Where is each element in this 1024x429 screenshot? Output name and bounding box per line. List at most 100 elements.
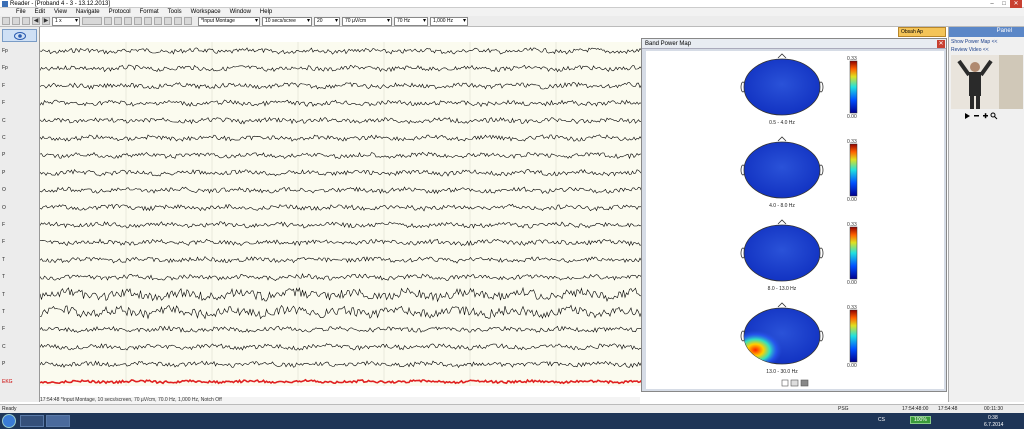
colorbar (849, 60, 858, 114)
channel-label[interactable]: T (2, 274, 5, 280)
channel-label[interactable]: F (2, 100, 5, 106)
speed-select[interactable]: 1 x (52, 16, 80, 26)
colorbar (849, 143, 858, 197)
battery-indicator[interactable]: 100% (910, 416, 931, 424)
video-controls[interactable] (949, 111, 1024, 121)
menu-file[interactable]: File (16, 8, 26, 16)
zoom-icon[interactable] (134, 17, 142, 25)
eeg-trace-area[interactable] (39, 42, 643, 386)
menu-workspace[interactable]: Workspace (191, 8, 221, 16)
menu-window[interactable]: Window (230, 8, 251, 16)
band-power-map-header: Band Power Map (642, 39, 946, 49)
channel-label[interactable]: O (2, 187, 6, 193)
video-thumbnail[interactable] (949, 53, 1024, 113)
rect-icon[interactable] (124, 17, 132, 25)
highpass-select[interactable]: 1,000 Hz (430, 16, 468, 26)
eeg-trace (39, 151, 642, 160)
close-button[interactable]: ✕ (1010, 0, 1022, 8)
slider-icon[interactable] (82, 17, 102, 25)
menu-edit[interactable]: Edit (35, 8, 45, 16)
rewind-icon[interactable]: ◀ (32, 17, 40, 25)
minimize-button[interactable]: – (986, 0, 998, 8)
lowpass-select[interactable]: 70 Hz (394, 16, 428, 26)
show-power-map-link[interactable]: Show Power Map << (951, 39, 997, 45)
clock-time[interactable]: 0:38 (988, 415, 998, 421)
language-indicator[interactable]: CS (878, 417, 885, 423)
channel-label[interactable]: C (2, 135, 6, 141)
maximize-button[interactable]: □ (998, 0, 1010, 8)
map-toolbar-icons[interactable] (781, 379, 809, 387)
save-icon[interactable] (2, 17, 10, 25)
montage-select[interactable]: *Input Montage (198, 16, 260, 26)
channel-label[interactable]: F (2, 326, 5, 332)
channel-label[interactable]: EKG (2, 379, 13, 385)
clock-date[interactable]: 6.7.2014 (984, 422, 1003, 428)
filter-icon[interactable] (184, 17, 192, 25)
colorbar-min-label: 0.00 (847, 363, 857, 369)
panel-title: Panel (996, 28, 1012, 34)
view-toggle-button[interactable] (2, 29, 37, 42)
close-popup-button[interactable]: ✕ (937, 40, 945, 48)
channel-label[interactable]: F (2, 239, 5, 245)
eeg-status-line: 17:54:48 *Input Montage, 10 secs/screen,… (40, 397, 640, 404)
channels-select[interactable]: 20 (314, 16, 340, 26)
colorbar (849, 309, 858, 363)
ekg-trace (39, 378, 643, 385)
start-button[interactable] (2, 414, 16, 428)
open-icon[interactable] (12, 17, 20, 25)
channel-label[interactable]: P (2, 152, 5, 158)
scissors-icon[interactable] (114, 17, 122, 25)
colorbar (849, 226, 858, 280)
channel-label[interactable]: F (2, 222, 5, 228)
eeg-trace (39, 82, 642, 90)
obsah-button[interactable]: Obsah Ap (898, 27, 946, 37)
channel-label[interactable]: C (2, 118, 6, 124)
system-tray: CS 100% 0:38 6.7.2014 (824, 413, 1024, 429)
eeg-trace (39, 116, 642, 125)
band-power-map-window[interactable]: Band Power Map ✕ 0.33 0.00 0.5 - 4.0 Hz 0.3… (641, 38, 947, 392)
channel-label[interactable]: T (2, 257, 5, 263)
channel-label[interactable]: C (2, 344, 6, 350)
taskbar-item-reader[interactable] (46, 415, 70, 427)
taskbar-item-explorer[interactable] (20, 415, 44, 427)
play-icon[interactable]: ▶ (42, 17, 50, 25)
eeg-trace (39, 99, 642, 108)
colorbar-max-label: 0.33 (847, 139, 857, 145)
channel-label[interactable]: F (2, 83, 5, 89)
colorbar-max-label: 0.33 (847, 305, 857, 311)
status-time-1: 17:54:48:00 (902, 406, 929, 412)
menu-view[interactable]: View (54, 8, 67, 16)
channel-label[interactable]: T (2, 292, 5, 298)
cut-icon[interactable] (174, 17, 182, 25)
status-bar: Ready PSG 17:54:48:00 17:54:48 00:11:30 (0, 404, 1024, 413)
channel-label[interactable]: P (2, 170, 5, 176)
menu-tools[interactable]: Tools (168, 8, 182, 16)
menu-help[interactable]: Help (260, 8, 272, 16)
eeg-trace (39, 186, 642, 195)
sensitivity-select[interactable]: 70 µV/cm (342, 16, 392, 26)
eeg-trace (39, 238, 642, 247)
marker-icon[interactable] (164, 17, 172, 25)
toolbar: ◀ ▶ 1 x *Input Montage 10 secs/scree 20 … (0, 16, 1024, 27)
status-time-3: 00:11:30 (984, 406, 1004, 412)
eeg-trace (39, 273, 642, 281)
title-bar: Reader - [Proband 4 - 3 - 13.12.2013] – … (0, 0, 1024, 8)
eye-icon (14, 32, 26, 40)
grid-icon[interactable] (154, 17, 162, 25)
note-icon[interactable] (104, 17, 112, 25)
camera-icon[interactable] (144, 17, 152, 25)
print-icon[interactable] (22, 17, 30, 25)
panel-header: Panel (949, 27, 1024, 37)
channel-label[interactable]: O (2, 205, 6, 211)
channel-label[interactable]: Fp (2, 65, 8, 71)
channel-label-strip (0, 27, 40, 402)
menu-format[interactable]: Format (140, 8, 159, 16)
menu-protocol[interactable]: Protocol (109, 8, 131, 16)
channel-label[interactable]: T (2, 309, 5, 315)
menu-navigate[interactable]: Navigate (76, 8, 100, 16)
eeg-trace (39, 286, 642, 303)
channel-label[interactable]: Fp (2, 48, 8, 54)
eeg-trace (39, 304, 642, 320)
timebase-select[interactable]: 10 secs/scree (262, 16, 312, 26)
channel-label[interactable]: P (2, 361, 5, 367)
